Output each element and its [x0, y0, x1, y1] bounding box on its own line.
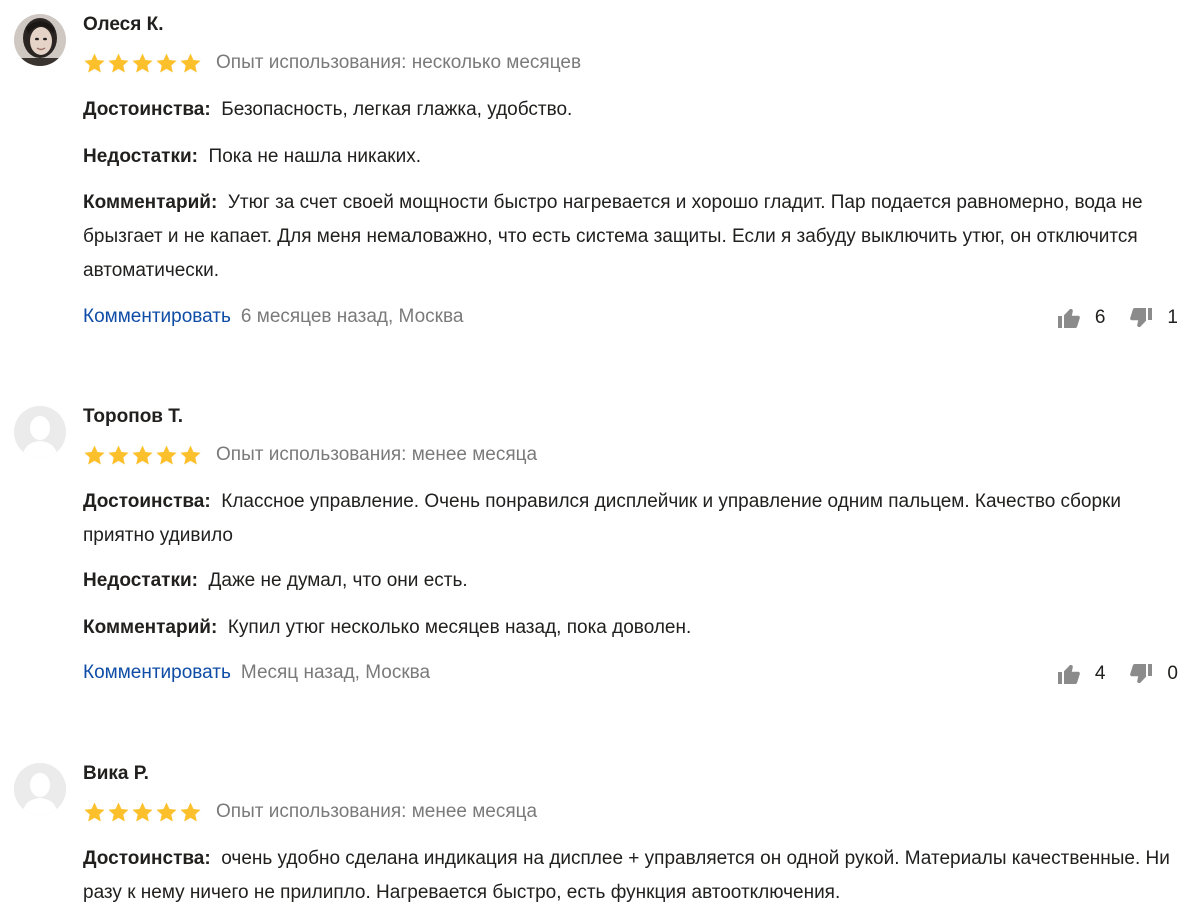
- avatar-placeholder[interactable]: [14, 763, 66, 815]
- usage-experience: Опыт использования: менее месяца: [216, 801, 538, 822]
- star-icon: [84, 445, 105, 465]
- dislike-count: 1: [1167, 307, 1178, 328]
- cons-text: Даже не думал, что они есть.: [208, 570, 468, 591]
- author-name[interactable]: Олеся К.: [83, 13, 163, 37]
- avatar-photo-icon: [14, 14, 66, 66]
- pros-text: Классное управление. Очень понравился ди…: [83, 491, 1121, 546]
- thumbs-up-icon: [1057, 665, 1080, 684]
- star-icon: [156, 445, 177, 465]
- dislike-button[interactable]: 0: [1129, 662, 1178, 686]
- thumbs-down-icon: [1130, 664, 1153, 684]
- reply-link[interactable]: Комментировать: [83, 662, 231, 683]
- star-icon: [132, 53, 153, 73]
- comment-text: Утюг за счет своей мощности быстро нагре…: [83, 192, 1143, 281]
- star-icon: [108, 53, 129, 73]
- cons-label: Недостатки:: [83, 146, 198, 167]
- pros-text: очень удобно сделана индикация на диспле…: [83, 848, 1170, 903]
- user-silhouette-icon: [14, 406, 66, 458]
- like-count: 6: [1094, 307, 1106, 328]
- author-name[interactable]: Вика Р.: [83, 762, 149, 786]
- dislike-button[interactable]: 1: [1129, 306, 1178, 330]
- pros-field: Достоинства: Безопасность, легкая глажка…: [83, 93, 1195, 127]
- dislike-count: 0: [1167, 663, 1178, 684]
- star-icon: [180, 445, 201, 465]
- pros-text: Безопасность, легкая глажка, удобство.: [221, 99, 573, 120]
- thumbs-down-icon: [1130, 308, 1153, 328]
- star-icon: [108, 802, 129, 822]
- review-footer: Комментировать Месяц назад, Москва: [83, 661, 430, 685]
- pros-label: Достоинства:: [83, 491, 211, 512]
- star-icon: [156, 53, 177, 73]
- star-icon: [180, 802, 201, 822]
- pros-field: Достоинства: Классное управление. Очень …: [83, 485, 1195, 553]
- pros-label: Достоинства:: [83, 99, 211, 120]
- star-icon: [108, 445, 129, 465]
- review-meta: Месяц назад, Москва: [240, 662, 431, 683]
- star-icon: [84, 802, 105, 822]
- comment-field: Комментарий: Утюг за счет своей мощности…: [83, 186, 1195, 288]
- cons-text: Пока не нашла никаких.: [208, 146, 422, 167]
- star-icon: [180, 53, 201, 73]
- avatar-photo[interactable]: [14, 14, 66, 66]
- like-button[interactable]: 4: [1057, 662, 1106, 686]
- thumbs-up-icon: [1057, 309, 1080, 328]
- cons-field: Недостатки: Даже не думал, что они есть.: [83, 564, 1195, 598]
- rating-stars: [83, 444, 202, 467]
- rating-stars: [83, 52, 202, 75]
- like-count: 4: [1094, 663, 1106, 684]
- pros-field: Достоинства: очень удобно сделана индика…: [83, 842, 1195, 910]
- comment-label: Комментарий:: [83, 192, 218, 213]
- cons-label: Недостатки:: [83, 570, 198, 591]
- reply-link[interactable]: Комментировать: [83, 306, 231, 327]
- author-name[interactable]: Торопов Т.: [83, 405, 183, 429]
- votes: 6 1: [1057, 306, 1178, 330]
- avatar-placeholder[interactable]: [14, 406, 66, 458]
- like-button[interactable]: 6: [1057, 306, 1106, 330]
- usage-experience: Опыт использования: менее месяца: [216, 444, 538, 465]
- review-meta: 6 месяцев назад, Москва: [240, 306, 464, 327]
- usage-experience: Опыт использования: несколько месяцев: [216, 52, 582, 73]
- cons-field: Недостатки: Пока не нашла никаких.: [83, 140, 1195, 174]
- user-silhouette-icon: [14, 763, 66, 815]
- rating-stars: [83, 801, 202, 824]
- star-icon: [84, 53, 105, 73]
- comment-field: Комментарий: Купил утюг несколько месяце…: [83, 611, 1195, 645]
- star-icon: [132, 802, 153, 822]
- review-footer: Комментировать 6 месяцев назад, Москва: [83, 305, 463, 329]
- comment-label: Комментарий:: [83, 617, 218, 638]
- star-icon: [132, 445, 153, 465]
- star-icon: [156, 802, 177, 822]
- comment-text: Купил утюг несколько месяцев назад, пока…: [227, 617, 692, 638]
- votes: 4 0: [1057, 662, 1178, 686]
- pros-label: Достоинства:: [83, 848, 211, 869]
